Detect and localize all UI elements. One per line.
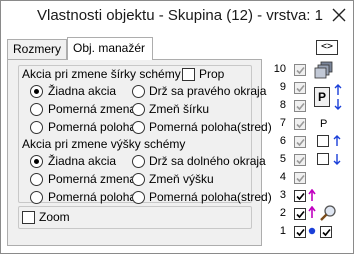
layer-2-checkbox[interactable] bbox=[294, 208, 306, 220]
width-option-label: Zmeň šírku bbox=[149, 102, 210, 116]
layer-5-checkbox[interactable] bbox=[294, 154, 306, 166]
height-radio-ziadna-akcia[interactable] bbox=[30, 155, 43, 168]
p-label: P bbox=[320, 118, 328, 130]
width-radio-pomerna-zmena[interactable] bbox=[30, 103, 43, 116]
tab-rozmery[interactable]: Rozmery bbox=[7, 39, 67, 59]
layer-number: 3 bbox=[279, 189, 286, 201]
close-icon bbox=[332, 8, 346, 22]
width-radio-zmen-sirku[interactable] bbox=[132, 103, 145, 116]
zoom-label: Zoom bbox=[39, 210, 70, 224]
height-radio-zmen-vysku[interactable] bbox=[132, 173, 145, 186]
layer-number: 9 bbox=[279, 81, 286, 93]
width-option-label: Žiadna akcia bbox=[48, 84, 117, 98]
layer-number: 6 bbox=[279, 135, 286, 147]
height-option-label: Zmeň výšku bbox=[149, 172, 214, 186]
layer-1-checkbox[interactable] bbox=[294, 226, 306, 238]
height-radio-pomerna-poloha[interactable] bbox=[30, 191, 43, 204]
object-properties-dialog: Vlastnosti objektu - Skupina (12) - vrst… bbox=[0, 0, 354, 254]
width-option-label: Pomerná zmena bbox=[48, 102, 137, 116]
action-group: Akcia pri zmene šírky schémy Prop Žiadna… bbox=[18, 65, 272, 204]
width-section-heading: Akcia pri zmene šírky schémy bbox=[22, 67, 181, 81]
arrow-down-icon[interactable] bbox=[333, 98, 343, 110]
layer-9-checkbox[interactable] bbox=[294, 82, 306, 94]
zoom-checkbox[interactable] bbox=[22, 211, 35, 224]
arrow-up-icon bbox=[332, 135, 342, 147]
layer-6-checkbox[interactable] bbox=[294, 136, 306, 148]
layer-4-checkbox[interactable] bbox=[294, 172, 306, 184]
magenta-up-arrow-icon bbox=[307, 205, 317, 219]
width-radio-pomerna-poloha[interactable] bbox=[30, 121, 43, 134]
width-radio-pomerna-poloha-stred[interactable] bbox=[132, 121, 145, 134]
swap-button[interactable]: <> bbox=[316, 40, 338, 55]
arrow-down-icon bbox=[332, 153, 342, 165]
magenta-up-arrow-icon bbox=[307, 188, 317, 202]
height-option-label: Pomerná poloha bbox=[48, 190, 137, 204]
layer-number: 8 bbox=[279, 99, 286, 111]
layer-number: 4 bbox=[279, 171, 286, 183]
height-option-label: Žiadna akcia bbox=[48, 154, 117, 168]
height-radio-drz-dolny[interactable] bbox=[132, 155, 145, 168]
layer-3-checkbox[interactable] bbox=[294, 190, 306, 202]
prop-label: Prop bbox=[199, 67, 225, 81]
height-radio-pomerna-zmena[interactable] bbox=[30, 173, 43, 186]
move-down-checkbox[interactable] bbox=[317, 153, 329, 165]
layers-stack-icon[interactable] bbox=[314, 61, 334, 79]
width-option-label: Drž sa pravého okraja bbox=[149, 84, 267, 98]
height-option-label: Drž sa dolného okraja bbox=[149, 154, 266, 168]
layer-number: 10 bbox=[273, 63, 286, 75]
height-radio-pomerna-poloha-stred[interactable] bbox=[132, 191, 145, 204]
layer-8-checkbox[interactable] bbox=[294, 100, 306, 112]
tab-panel: Akcia pri zmene šírky schémy Prop Žiadna… bbox=[7, 59, 272, 246]
width-radio-drz-pravy[interactable] bbox=[132, 85, 145, 98]
layer-7-checkbox[interactable] bbox=[294, 118, 306, 130]
layer-10-checkbox[interactable] bbox=[294, 64, 306, 76]
blue-dot-icon bbox=[307, 225, 317, 237]
prop-checkbox[interactable] bbox=[182, 68, 195, 81]
move-up-checkbox[interactable] bbox=[317, 135, 329, 147]
tab-obj-manazer[interactable]: Obj. manažér bbox=[67, 37, 153, 60]
window-title: Vlastnosti objektu - Skupina (12) - vrst… bbox=[37, 7, 323, 24]
magnifier-icon[interactable] bbox=[319, 204, 337, 222]
close-button[interactable] bbox=[329, 5, 349, 25]
p-toggle-button[interactable]: P bbox=[314, 87, 330, 107]
zoom-group: Zoom bbox=[18, 206, 252, 229]
layer-number: 7 bbox=[279, 117, 286, 129]
height-option-label: Pomerná poloha(stred) bbox=[149, 190, 272, 204]
height-option-label: Pomerná zmena bbox=[48, 172, 137, 186]
width-option-label: Pomerná poloha bbox=[48, 120, 137, 134]
width-radio-ziadna-akcia[interactable] bbox=[30, 85, 43, 98]
layer-number: 1 bbox=[279, 225, 286, 237]
layer-number: 5 bbox=[279, 153, 286, 165]
arrow-up-icon[interactable] bbox=[333, 84, 343, 96]
height-section-heading: Akcia pri zmene výšky schémy bbox=[22, 137, 186, 151]
width-option-label: Pomerná poloha(stred) bbox=[149, 120, 272, 134]
layer-number: 2 bbox=[279, 207, 286, 219]
active-layer-checkbox[interactable] bbox=[320, 226, 332, 238]
title-bar: Vlastnosti objektu - Skupina (12) - vrst… bbox=[1, 1, 353, 31]
